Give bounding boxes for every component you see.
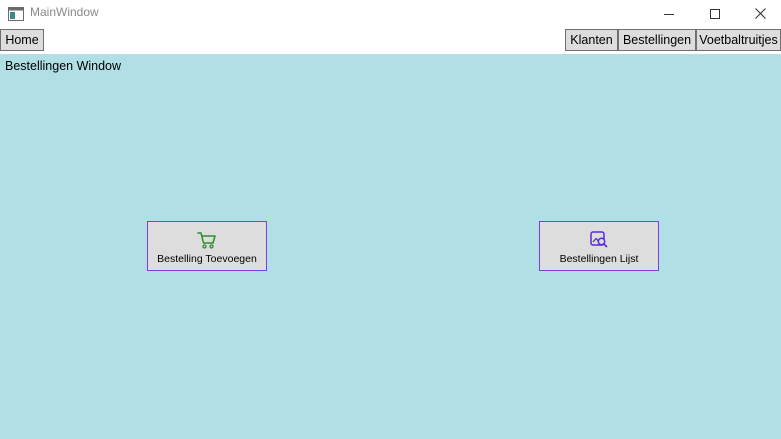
add-order-button[interactable]: Bestelling Toevoegen: [147, 221, 267, 271]
bestellingen-button[interactable]: Bestellingen: [618, 29, 696, 51]
maximize-button[interactable]: [692, 0, 738, 27]
minimize-button[interactable]: [646, 0, 692, 27]
title-bar: MainWindow: [0, 0, 781, 27]
close-icon: [754, 8, 766, 19]
cart-icon: [197, 230, 217, 250]
minimize-icon: [664, 13, 674, 15]
close-button[interactable]: [737, 0, 781, 27]
image-search-icon: [589, 230, 609, 250]
order-list-label: Bestellingen Lijst: [559, 252, 639, 265]
content-area: Bestellingen Window Bestelling Toevoegen…: [0, 54, 781, 439]
klanten-button[interactable]: Klanten: [565, 29, 618, 51]
maximize-icon: [710, 8, 720, 19]
app-window-icon: [8, 6, 24, 21]
window-label: Bestellingen Window: [5, 59, 122, 73]
order-list-button[interactable]: Bestellingen Lijst: [539, 221, 659, 271]
window-title: MainWindow: [30, 5, 99, 19]
add-order-label: Bestelling Toevoegen: [157, 252, 257, 265]
voetbaltruitjes-button[interactable]: Voetbaltruitjes: [696, 29, 781, 51]
home-button[interactable]: Home: [0, 29, 44, 51]
